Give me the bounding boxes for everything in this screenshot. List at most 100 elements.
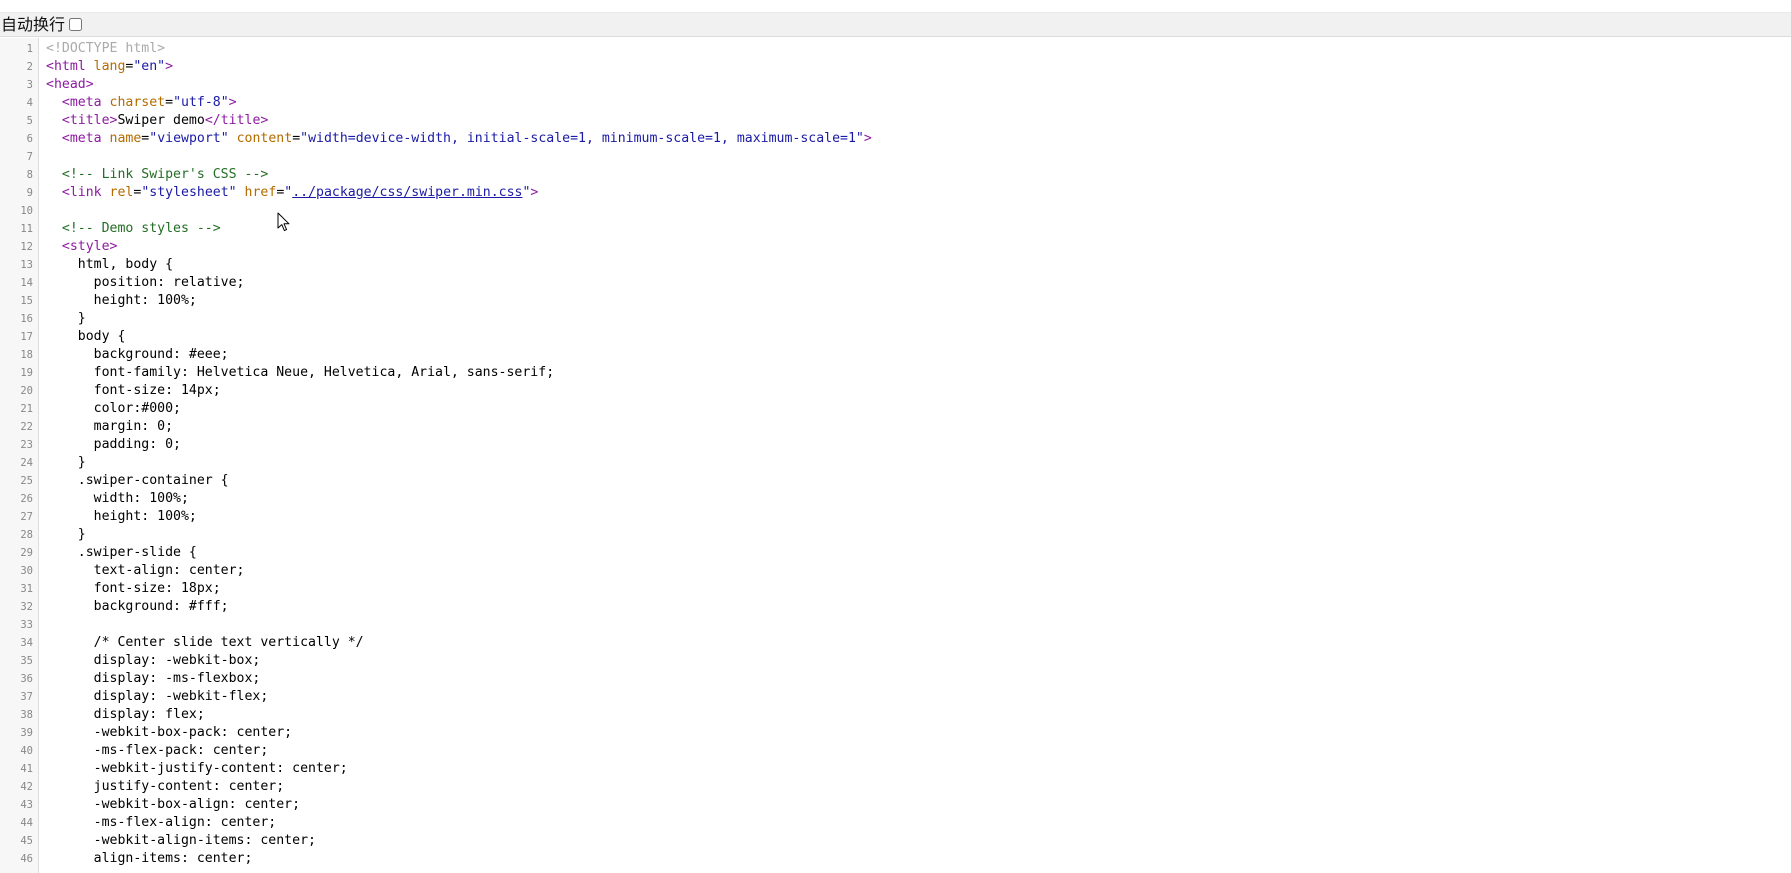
code-line: 38 display: flex; — [0, 706, 1791, 724]
attribute-token: charset — [109, 95, 166, 110]
code-line: 17 body { — [0, 328, 1791, 346]
line-content: /* Center slide text vertically */ — [46, 634, 364, 652]
code-line: 33 — [0, 616, 1791, 634]
code-line: 9 <link rel="stylesheet" href="../packag… — [0, 184, 1791, 202]
tag-token: > — [863, 131, 872, 146]
text-token: font-size: 14px; — [46, 383, 221, 398]
code-line: 2 <html lang="en"> — [0, 58, 1791, 76]
line-number: 16 — [20, 313, 33, 325]
line-content: <meta charset="utf-8"> — [46, 94, 237, 112]
code-line: 16 } — [0, 310, 1791, 328]
text-token: padding: 0; — [46, 437, 181, 452]
line-number: 20 — [20, 385, 33, 397]
attribute-token: href — [244, 185, 277, 200]
line-content: -ms-flex-pack: center; — [46, 742, 269, 760]
code-line: 7 — [0, 148, 1791, 166]
tag-token: <meta — [61, 95, 110, 110]
code-line: 26 width: 100%; — [0, 490, 1791, 508]
line-content: -webkit-box-pack: center; — [46, 724, 293, 742]
line-number: 44 — [20, 817, 33, 829]
tag-token: <html — [46, 59, 94, 74]
tag-token: > — [228, 95, 237, 110]
text-token: width: 100%; — [46, 491, 189, 506]
line-number: 1 — [26, 43, 33, 55]
code-line: 27 height: 100%; — [0, 508, 1791, 526]
code-line: 14 position: relative; — [0, 274, 1791, 292]
line-content: background: #fff; — [46, 598, 229, 616]
line-number: 5 — [26, 115, 33, 127]
text-token: = — [165, 95, 174, 110]
line-number: 10 — [20, 205, 33, 217]
code-line: 5 <title>Swiper demo</title> — [0, 112, 1791, 130]
line-number: 38 — [20, 709, 33, 721]
wrap-checkbox[interactable] — [69, 18, 83, 31]
text-token: -webkit-justify-content: center; — [46, 761, 348, 776]
wrap-label: 自动换行 — [1, 14, 66, 34]
text-token: color:#000; — [46, 401, 181, 416]
line-number: 23 — [20, 439, 33, 451]
tag-token: <style> — [61, 239, 118, 254]
wrap-toggle[interactable]: 自动换行 — [0, 13, 83, 36]
line-number: 3 — [26, 79, 33, 91]
text-token: text-align: center; — [46, 563, 245, 578]
text-token: html, body { — [46, 257, 174, 272]
line-content: display: -ms-flexbox; — [46, 670, 261, 688]
source-viewer[interactable]: 1 <!DOCTYPE html> 2 <html lang="en"> 3 <head>… — [0, 38, 1791, 873]
source-link[interactable]: ../package/css/swiper.min.css — [292, 185, 522, 200]
line-content: <link rel="stylesheet" href="../package/… — [46, 184, 538, 202]
line-content: -ms-flex-align: center; — [46, 814, 277, 832]
tag-token: <head> — [46, 77, 94, 92]
line-number: 2 — [26, 61, 33, 73]
code-line: 46 align-items: center; — [0, 850, 1791, 868]
line-number: 30 — [20, 565, 33, 577]
text-token: -ms-flex-align: center; — [46, 815, 277, 830]
line-content: } — [46, 310, 86, 328]
line-content: font-size: 14px; — [46, 382, 221, 400]
code-line: 25 .swiper-container { — [0, 472, 1791, 490]
line-number: 15 — [20, 295, 33, 307]
code-line: 21 color:#000; — [0, 400, 1791, 418]
text-token: } — [46, 311, 86, 326]
line-number: 19 — [20, 367, 33, 379]
code-line: 45 -webkit-align-items: center; — [0, 832, 1791, 850]
tag-token: <meta — [61, 131, 110, 146]
line-number: 26 — [20, 493, 33, 505]
line-content: display: -webkit-box; — [46, 652, 261, 670]
line-number: 11 — [20, 223, 33, 235]
line-number: 24 — [20, 457, 33, 469]
line-content: display: -webkit-flex; — [46, 688, 269, 706]
line-content: color:#000; — [46, 400, 181, 418]
code-line: 40 -ms-flex-pack: center; — [0, 742, 1791, 760]
text-token: /* Center slide text vertically */ — [46, 635, 364, 650]
line-number: 13 — [20, 259, 33, 271]
text-token: height: 100%; — [46, 509, 197, 524]
comment-token: <!-- Demo styles --> — [61, 221, 221, 236]
line-content: <!DOCTYPE html> — [46, 40, 165, 58]
line-number: 32 — [20, 601, 33, 613]
line-number: 41 — [20, 763, 33, 775]
line-content: justify-content: center; — [46, 778, 285, 796]
code-line: 28 } — [0, 526, 1791, 544]
code-line: 37 display: -webkit-flex; — [0, 688, 1791, 706]
code-line: 4 <meta charset="utf-8"> — [0, 94, 1791, 112]
line-number: 43 — [20, 799, 33, 811]
value-token: "utf-8" — [173, 95, 229, 110]
line-number: 33 — [20, 619, 33, 631]
text-token: margin: 0; — [46, 419, 174, 434]
line-number: 28 — [20, 529, 33, 541]
code-line: 18 background: #eee; — [0, 346, 1791, 364]
text-token: font-family: Helvetica Neue, Helvetica, … — [46, 365, 555, 380]
line-content: <!-- Demo styles --> — [46, 220, 221, 238]
code-line: 22 margin: 0; — [0, 418, 1791, 436]
line-content: body { — [46, 328, 126, 346]
line-number: 22 — [20, 421, 33, 433]
code-line: 3 <head> — [0, 76, 1791, 94]
line-number: 27 — [20, 511, 33, 523]
line-content: -webkit-justify-content: center; — [46, 760, 348, 778]
line-number: 36 — [20, 673, 33, 685]
line-content: } — [46, 454, 86, 472]
code-line: 12 <style> — [0, 238, 1791, 256]
line-content: font-size: 18px; — [46, 580, 221, 598]
line-content: height: 100%; — [46, 508, 197, 526]
